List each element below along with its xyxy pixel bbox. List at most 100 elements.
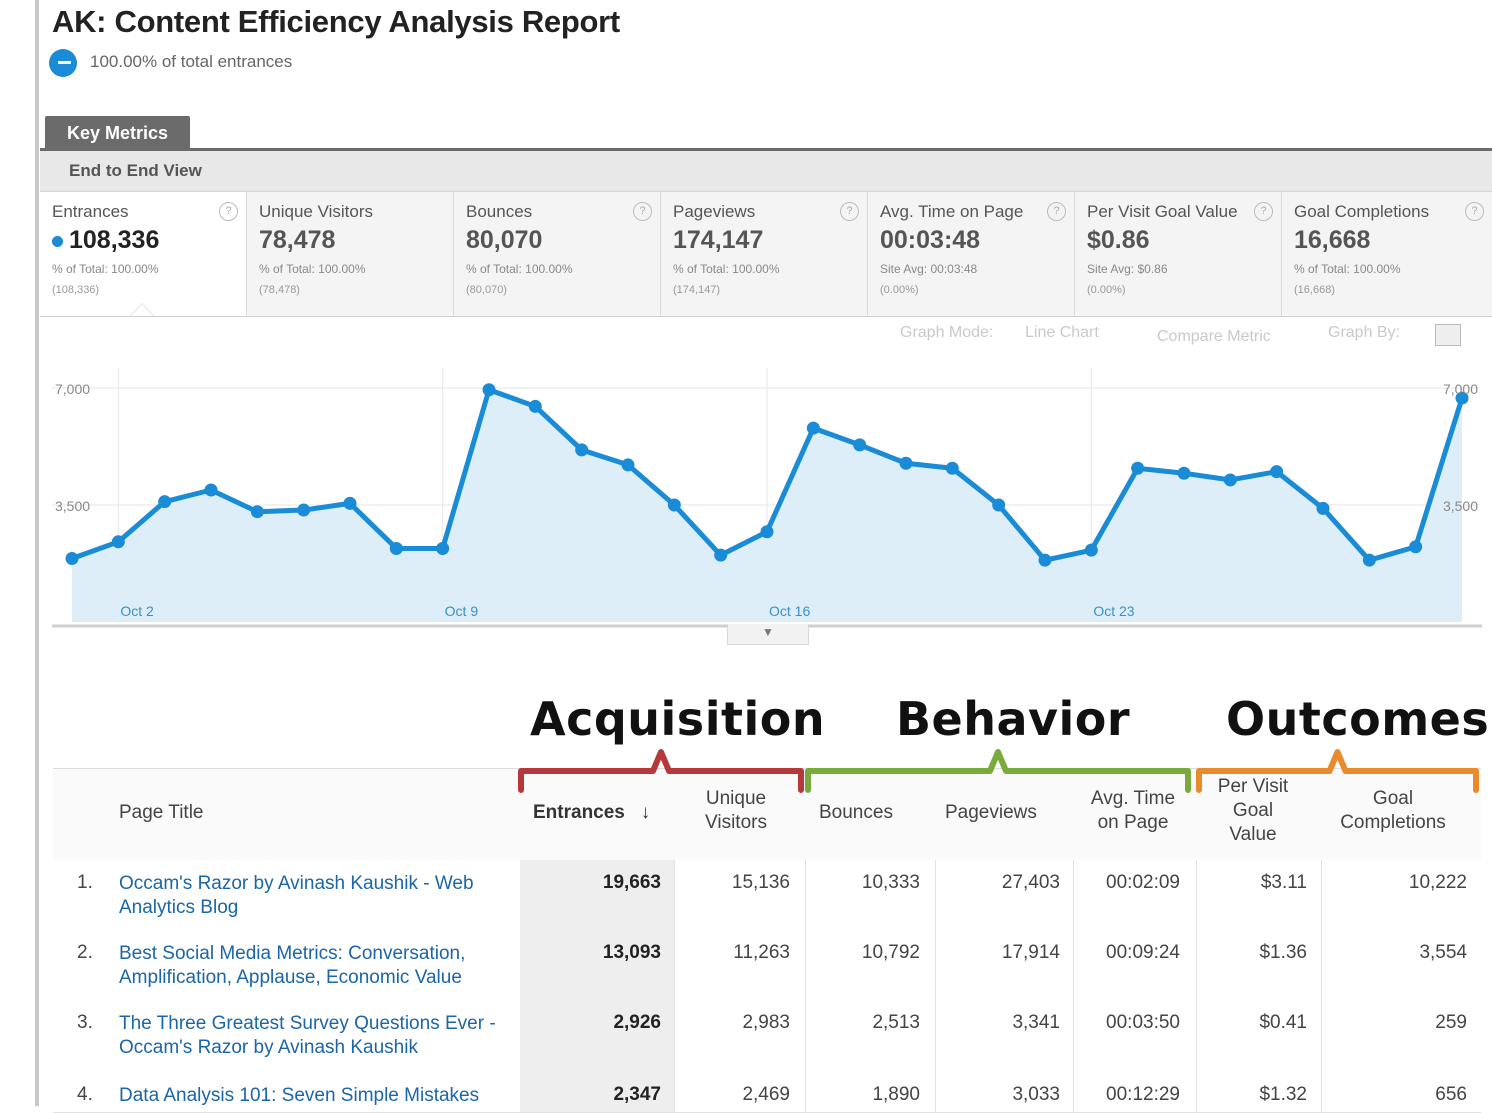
data-point [482,383,496,397]
column-divider [805,860,806,930]
section-outcomes-title: Outcomes [1226,692,1490,746]
y-tick-label-left: 7,000 [55,381,90,397]
column-divider [1196,860,1197,930]
cell-bounces: 2,513 [872,1012,920,1033]
row-index: 1. [77,872,93,893]
data-table: 1. Occam's Razor by Avinash Kaushik - Web… [53,860,1481,1113]
graph-by-label: Graph By: [1328,324,1401,341]
chevron-down-icon: ▼ [762,625,774,639]
data-point [992,498,1006,512]
cell-entrances: 13,093 [602,942,661,963]
data-point [343,496,357,510]
metric-avg-time-on-page[interactable]: Avg. Time on Page ? 00:03:48 Site Avg: 0… [868,192,1075,316]
help-icon[interactable]: ? [1254,202,1273,221]
column-divider [805,1072,806,1112]
metric-bounces[interactable]: Bounces ? 80,070 % of Total: 100.00% (80… [454,192,661,316]
cell-entrances: 2,347 [613,1084,661,1105]
sorted-column-highlight [520,860,674,930]
entrances-line-chart: 7,000 7,000 3,500 3,500 Oct 2 Oct 9 Oct 16 Oct … [52,368,1482,628]
page-title-link[interactable]: Occam's Razor by Avinash Kaushik - Web A… [119,872,509,920]
data-point [621,458,635,472]
data-point [1084,543,1098,557]
data-point [1362,553,1376,567]
table-row: 3. The Three Greatest Survey Questions Ev… [53,1000,1481,1073]
metric-per-visit-goal-value[interactable]: Per Visit Goal Value ? $0.86 Site Avg: $… [1075,192,1282,316]
cell-goal-completions: 656 [1435,1084,1467,1105]
data-point [667,498,681,512]
data-point [806,421,820,435]
help-icon[interactable]: ? [633,202,652,221]
graph-mode-select[interactable]: Line Chart [1025,324,1099,342]
column-divider [1073,930,1074,1000]
x-tick-label: Oct 2 [120,603,154,619]
column-divider [674,930,675,1000]
help-icon[interactable]: ? [1047,202,1066,221]
header-entrances[interactable]: Entrances ↓ [533,801,650,825]
cell-goal-completions: 259 [1435,1012,1467,1033]
header-avg-time-on-page[interactable]: Avg. Time on Page [1083,787,1183,835]
sort-down-arrow-icon: ↓ [640,802,651,823]
metric-delta: (0.00%) [1087,284,1126,296]
data-point [1038,553,1052,567]
help-icon[interactable]: ? [1465,202,1484,221]
metric-delta: (0.00%) [880,284,919,296]
y-tick-label-right: 3,500 [1443,498,1478,514]
metric-entrances[interactable]: Entrances ? 108,336 % of Total: 100.00% … [40,192,247,316]
metric-value: $0.86 [1087,226,1150,254]
row-index: 2. [77,942,93,963]
page-title-link[interactable]: Data Analysis 101: Seven Simple Mistakes [119,1084,509,1110]
report-title: AK: Content Efficiency Analysis Report [52,4,620,39]
cell-pageviews: 3,341 [1012,1012,1060,1033]
metric-value-row: 108,336 [52,226,159,255]
view-label[interactable]: End to End View [69,161,202,181]
metric-total: (108,336) [52,284,100,296]
column-divider [1073,1000,1074,1072]
sorted-column-highlight [520,930,674,1000]
cell-bounces: 10,792 [861,942,920,963]
header-page-title[interactable]: Page Title [119,801,204,825]
page-title-link[interactable]: Best Social Media Metrics: Conversation,… [119,942,509,990]
data-point [65,552,79,565]
metric-percent: % of Total: 100.00% [1294,262,1401,276]
table-row: 2. Best Social Media Metrics: Conversatio… [53,930,1481,1001]
data-point [760,525,774,539]
segment-icon[interactable] [49,49,77,77]
tab-key-metrics[interactable]: Key Metrics [45,116,190,150]
data-point [111,535,125,549]
metric-value: 174,147 [673,226,764,254]
cell-unique: 11,263 [733,942,790,963]
chart-collapse-handle[interactable]: ▼ [727,624,809,645]
header-goal-completions[interactable]: Goal Completions [1331,787,1455,835]
column-divider [1321,1072,1322,1112]
cell-unique: 15,136 [731,872,790,893]
metric-name: Avg. Time on Page [880,202,1024,221]
metric-total: (174,147) [673,284,721,296]
data-point [528,399,542,413]
data-point [575,443,589,457]
header-pageviews[interactable]: Pageviews [945,801,1037,825]
row-index: 3. [77,1012,93,1033]
column-divider [1073,1072,1074,1112]
cell-goal-completions: 3,554 [1419,942,1467,963]
header-bounces[interactable]: Bounces [819,801,893,825]
metric-unique-visitors[interactable]: Unique Visitors 78,478 % of Total: 100.0… [247,192,454,316]
metric-percent: % of Total: 100.00% [466,262,573,276]
compare-metric-button[interactable]: Compare Metric [1157,328,1271,346]
header-per-visit-goal-value[interactable]: Per Visit Goal Value [1213,775,1293,847]
page-title-link[interactable]: The Three Greatest Survey Questions Ever… [119,1012,509,1060]
cell-pageviews: 17,914 [1001,942,1060,963]
header-unique-visitors[interactable]: Unique Visitors [691,787,781,835]
metric-pageviews[interactable]: Pageviews ? 174,147 % of Total: 100.00% … [661,192,868,316]
column-divider [1196,1072,1197,1112]
help-icon[interactable]: ? [219,202,238,221]
segment-summary: 100.00% of total entrances [90,52,293,71]
column-divider [935,930,936,1000]
graph-by-calendar-icon[interactable] [1435,324,1461,346]
data-point [945,461,959,475]
cell-avg-time: 00:09:24 [1106,942,1180,963]
metric-name: Bounces [466,202,533,221]
metric-goal-completions[interactable]: Goal Completions ? 16,668 % of Total: 10… [1282,192,1492,316]
metric-site-avg: Site Avg: 00:03:48 [880,262,978,276]
column-divider [1321,930,1322,1000]
help-icon[interactable]: ? [840,202,859,221]
